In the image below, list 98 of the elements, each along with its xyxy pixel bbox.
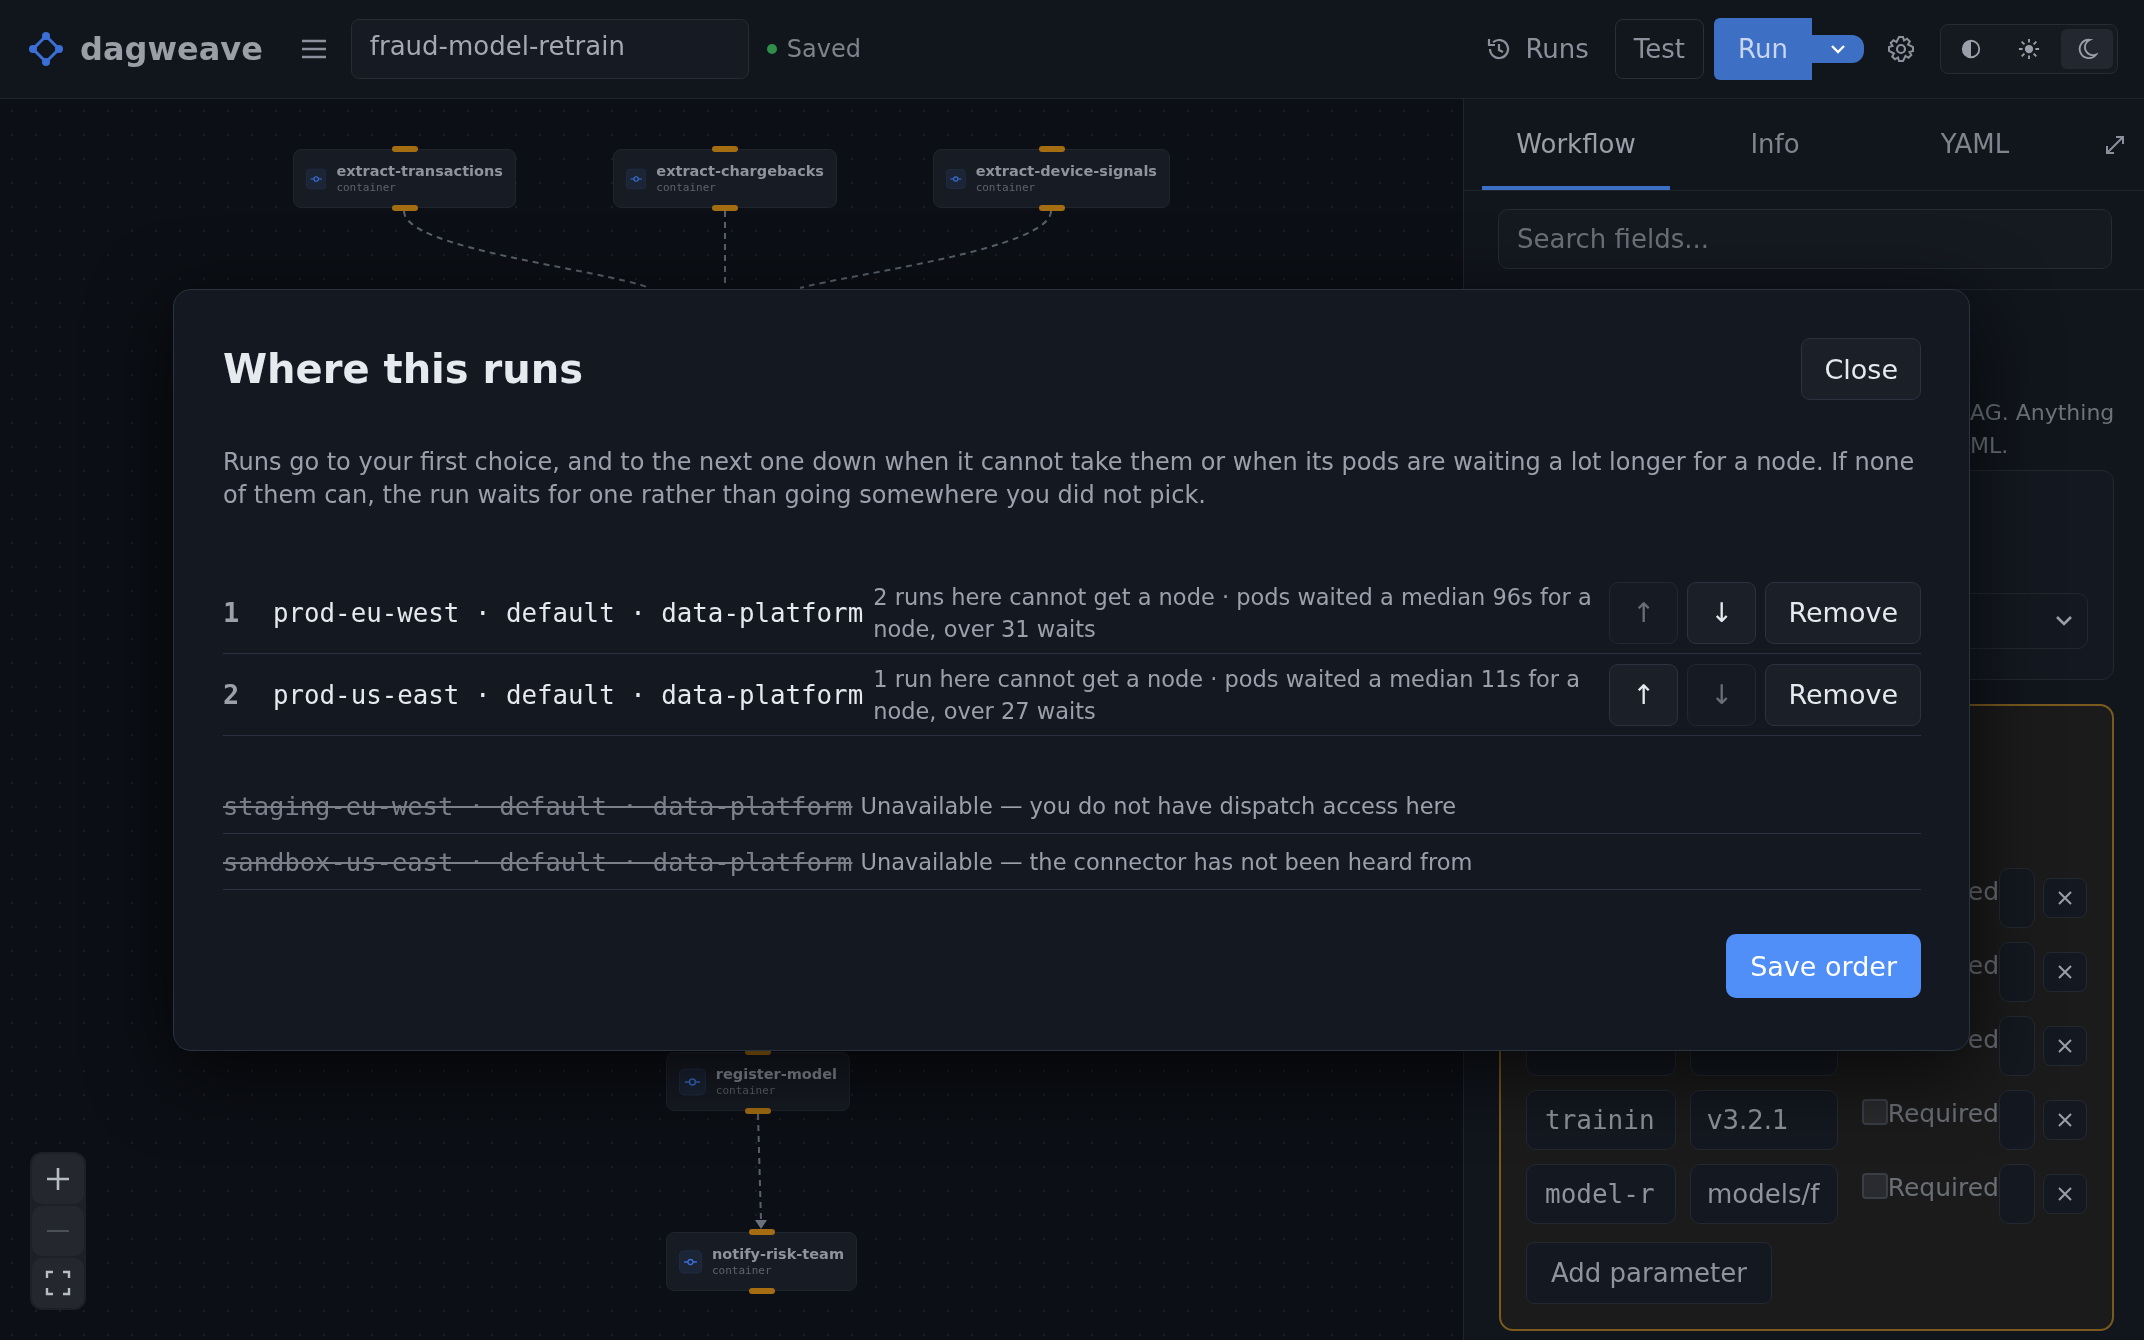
remove-parameter-button[interactable]: [2043, 1026, 2087, 1066]
port-handle[interactable]: [391, 205, 418, 211]
plus-icon: [45, 1166, 71, 1192]
node-name: extract-transactions: [336, 163, 503, 179]
run-options-button[interactable]: [1812, 35, 1864, 63]
parameter-name-field[interactable]: trainin: [1526, 1090, 1676, 1150]
add-parameter-button[interactable]: Add parameter: [1526, 1242, 1772, 1304]
workflow-node[interactable]: register-model container: [666, 1052, 850, 1111]
parameter-field[interactable]: [1999, 942, 2035, 1002]
parameter-field[interactable]: [1999, 1090, 2035, 1150]
node-type: container: [711, 1264, 773, 1277]
run-button[interactable]: Run: [1714, 18, 1812, 80]
rank-number: 2: [223, 679, 241, 710]
node-name: register-model: [715, 1066, 837, 1082]
move-down-button[interactable]: ↓: [1687, 581, 1757, 644]
workflow-node[interactable]: extract-chargebacks container: [613, 149, 837, 208]
port-handle[interactable]: [712, 146, 738, 152]
required-label: Required: [1887, 1098, 1999, 1130]
parameter-value-field[interactable]: v3.2.1: [1690, 1090, 1838, 1150]
workflow-node[interactable]: notify-risk-team container: [666, 1232, 857, 1291]
required-label: ed: [1967, 950, 1999, 982]
remove-parameter-button[interactable]: [2043, 952, 2087, 992]
target-note: 1 run here cannot get a node · pods waited a median 11s for a node, over 27 waits: [873, 664, 1582, 726]
target-note: 2 runs here cannot get a node · pods waited a median 96s for a node, over 31 waits: [873, 582, 1593, 644]
port-handle[interactable]: [1038, 146, 1065, 152]
remove-button[interactable]: Remove: [1765, 663, 1921, 726]
runs-button[interactable]: Runs: [1473, 34, 1601, 64]
node-type: container: [656, 181, 717, 194]
port-handle[interactable]: [1038, 205, 1065, 211]
port-handle[interactable]: [712, 205, 738, 211]
target-name: staging-eu-west · default · data-platform: [223, 790, 853, 821]
menu-icon[interactable]: [300, 39, 327, 59]
panel-tab[interactable]: YAML: [1880, 99, 2070, 190]
node-name: extract-device-signals: [975, 163, 1157, 179]
node-name: notify-risk-team: [711, 1246, 844, 1262]
workflow-name-field[interactable]: fraud-model-retrain: [350, 19, 749, 79]
target-name: prod-us-east · default · data-platform: [273, 679, 864, 710]
app-name: dagweave: [80, 30, 263, 68]
required-label: ed: [1967, 876, 1999, 908]
panel-tab[interactable]: Workflow: [1482, 99, 1670, 190]
target-note: Unavailable — you do not have dispatch access here: [860, 792, 1457, 819]
save-order-button[interactable]: Save order: [1726, 934, 1921, 998]
node-name: extract-chargebacks: [656, 163, 824, 179]
workflow-node[interactable]: extract-device-signals container: [933, 149, 1170, 208]
commit-icon: [679, 1065, 706, 1098]
caret-icon: [1830, 44, 1846, 54]
x-icon: [2057, 890, 2073, 906]
close-button[interactable]: Close: [1801, 338, 1921, 400]
move-up-button[interactable]: ↑: [1609, 663, 1679, 726]
save-status: Saved: [786, 35, 861, 63]
description-text: AG. Anything: [1970, 399, 2115, 427]
node-type: container: [975, 181, 1037, 194]
port-handle[interactable]: [745, 1108, 771, 1114]
test-button[interactable]: Test: [1614, 19, 1704, 79]
logo-icon: [28, 31, 64, 67]
settings-icon[interactable]: [1886, 34, 1916, 64]
search-field[interactable]: Search fields...: [1498, 209, 2112, 269]
remove-parameter-button[interactable]: [2043, 1174, 2087, 1214]
x-icon: [2057, 1112, 2073, 1128]
remove-parameter-button[interactable]: [2043, 1100, 2087, 1140]
rank-number: 1: [223, 597, 241, 628]
parameter-value-field[interactable]: models/f: [1690, 1164, 1838, 1224]
chevron-down-icon: [2055, 615, 2073, 627]
moon-icon: [2076, 38, 2098, 60]
required-checkbox[interactable]: [1861, 1173, 1888, 1199]
target-name: prod-eu-west · default · data-platform: [273, 597, 864, 628]
parameter-name-field[interactable]: model-r: [1526, 1164, 1676, 1224]
port-handle[interactable]: [391, 146, 418, 152]
node-type: container: [715, 1084, 777, 1097]
description-text: ML.: [1970, 432, 2009, 460]
workflow-node[interactable]: extract-transactions container: [293, 149, 516, 208]
parameter-field[interactable]: [1999, 868, 2035, 928]
parameter-field[interactable]: [1999, 1016, 2035, 1076]
remove-parameter-button[interactable]: [2043, 878, 2087, 918]
expand-icon[interactable]: [2104, 133, 2126, 156]
minus-icon: [47, 1230, 69, 1232]
dark-theme-button[interactable]: [2061, 29, 2113, 69]
status-dot: [766, 44, 777, 54]
x-icon: [2057, 1186, 2073, 1202]
remove-button[interactable]: Remove: [1765, 581, 1921, 644]
port-handle[interactable]: [748, 1229, 775, 1235]
zoom-in-button[interactable]: [32, 1154, 84, 1204]
required-checkbox[interactable]: [1861, 1099, 1888, 1125]
node-type: container: [336, 181, 397, 194]
dialog-description: Runs go to your first choice, and to the next one down when it cannot take them or when its pods are waiting a lot longer for a node. If none of them can, the run waits for one rather than going somewhere you did not pick.: [223, 447, 1916, 511]
fullscreen-icon: [45, 1270, 71, 1296]
sun-icon: [2018, 38, 2040, 60]
x-icon: [2057, 964, 2073, 980]
panel-tab[interactable]: Info: [1670, 99, 1880, 190]
x-icon: [2057, 1038, 2073, 1054]
target-note: Unavailable — the connector has not been heard from: [860, 848, 1473, 875]
port-handle[interactable]: [748, 1288, 775, 1294]
dialog-title: Where this runs: [223, 346, 584, 392]
required-label: ed: [1967, 1024, 1999, 1056]
required-label: Required: [1887, 1172, 1999, 1204]
fit-view-button[interactable]: [32, 1258, 84, 1308]
target-name: sandbox-us-east · default · data-platform: [223, 846, 853, 877]
contrast-icon: [1960, 38, 1982, 60]
